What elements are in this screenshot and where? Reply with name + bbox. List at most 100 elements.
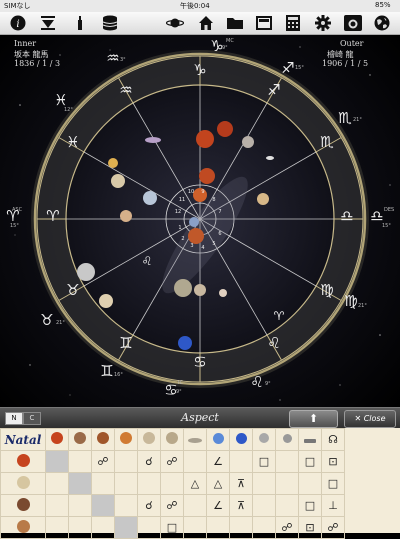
svg-text:11: 11	[179, 197, 185, 203]
ring-sign-gemini: ♊	[119, 334, 133, 352]
aspect-cell[interactable]: △	[206, 472, 230, 495]
aspect-cell[interactable]	[45, 450, 69, 473]
calculator-icon[interactable]	[283, 14, 303, 32]
expand-up-button[interactable]: ⬆	[289, 410, 338, 428]
aspect-cell[interactable]	[45, 472, 69, 495]
horoscope-chart[interactable]: 123 456 789 10 11 12 Inner 坂本 龍馬 1836 / 1 …	[0, 35, 400, 407]
aspect-cell[interactable]: □	[298, 450, 322, 473]
aspect-cell[interactable]	[275, 494, 299, 517]
ring-sign-aries: ♈	[46, 207, 60, 225]
planet-icon[interactable]	[165, 14, 185, 32]
aspect-cell[interactable]: ☍	[321, 516, 345, 539]
aspect-cell[interactable]: ☍	[160, 494, 184, 517]
aspect-grid: Natal ☊ ☍ ☌ ☍ ∠ □ □ ⊡ △ △ ⊼ □ ☌ ☍ ∠ ⊼ □ …	[0, 428, 400, 539]
aspect-cell[interactable]: ☍	[160, 450, 184, 473]
row-planet-moon-icon	[0, 472, 46, 495]
aspect-cell[interactable]: ⊡	[321, 450, 345, 473]
camera-icon[interactable]	[343, 14, 363, 32]
aspect-cell[interactable]: ∠	[206, 450, 230, 473]
pin-icon[interactable]	[70, 14, 90, 32]
aspect-cell[interactable]	[137, 516, 161, 539]
aspect-cell[interactable]: ☌	[137, 494, 161, 517]
aspect-cell[interactable]	[229, 450, 253, 473]
svg-text:i: i	[16, 19, 19, 30]
aspect-cell[interactable]	[206, 516, 230, 539]
info-icon[interactable]: i	[8, 14, 28, 32]
aspect-cell[interactable]: ∠	[206, 494, 230, 517]
svg-text:10: 10	[188, 189, 194, 195]
ring-sign-leo: ♌	[267, 334, 281, 352]
svg-text:5: 5	[212, 241, 215, 247]
aspect-cell[interactable]	[91, 494, 115, 517]
home-icon[interactable]	[196, 14, 216, 32]
aspect-table: Natal ☊ ☍ ☌ ☍ ∠ □ □ ⊡ △ △ ⊼ □ ☌ ☍ ∠ ⊼ □ …	[0, 428, 345, 539]
aspect-cell[interactable]	[68, 450, 92, 473]
svg-text:6: 6	[218, 231, 221, 237]
aspect-cell[interactable]	[137, 472, 161, 495]
aspect-cell[interactable]	[252, 516, 276, 539]
aspect-cell[interactable]	[252, 472, 276, 495]
svg-text:9: 9	[201, 189, 204, 195]
ring-sign-cancer: ♋	[193, 353, 207, 371]
grid-row: ☍ ☌ ☍ ∠ □ □ ⊡	[0, 450, 345, 473]
grid-row: △ △ ⊼ □	[0, 472, 345, 495]
gear-icon[interactable]	[313, 14, 333, 32]
svg-text:3: 3	[190, 243, 193, 249]
svg-text:8: 8	[212, 197, 215, 203]
aspect-cell[interactable]	[160, 472, 184, 495]
grid-header-row: Natal ☊	[0, 428, 345, 451]
aspect-cell[interactable]	[275, 450, 299, 473]
aspect-cell[interactable]	[298, 472, 322, 495]
aspect-cell[interactable]: ⊥	[321, 494, 345, 517]
aspect-cell[interactable]: △	[183, 472, 207, 495]
aspect-cell[interactable]	[114, 494, 138, 517]
folder-icon[interactable]	[225, 14, 245, 32]
aspect-cell[interactable]	[114, 516, 138, 539]
aspect-cell[interactable]	[275, 472, 299, 495]
svg-text:4: 4	[201, 245, 204, 251]
aspect-cell[interactable]	[229, 516, 253, 539]
sort-icon[interactable]	[38, 14, 58, 32]
aspect-cell[interactable]: □	[321, 472, 345, 495]
aspect-cell[interactable]: ⊡	[298, 516, 322, 539]
aspect-cell[interactable]: ⊼	[229, 494, 253, 517]
aspect-cell[interactable]	[45, 516, 69, 539]
aspect-cell[interactable]	[68, 516, 92, 539]
window-icon[interactable]	[254, 14, 274, 32]
aspect-cell[interactable]	[114, 472, 138, 495]
aspect-cell[interactable]	[183, 450, 207, 473]
aspect-cell[interactable]: □	[160, 516, 184, 539]
svg-text:2: 2	[181, 236, 184, 242]
aspect-cell[interactable]: ⊼	[229, 472, 253, 495]
aspect-cell[interactable]	[91, 472, 115, 495]
aspect-cell[interactable]	[252, 494, 276, 517]
aspect-cell[interactable]	[68, 472, 92, 495]
svg-text:1: 1	[178, 225, 181, 231]
ring-sign-aquarius: ♒	[119, 81, 133, 99]
aspect-cell[interactable]	[183, 516, 207, 539]
aspect-cell[interactable]	[114, 450, 138, 473]
planet-header-moon-icon	[68, 428, 92, 451]
inner-label: Inner	[14, 39, 37, 48]
ring-sign-libra: ♎	[340, 207, 354, 225]
outer-label: Outer	[340, 39, 364, 48]
aspect-cell[interactable]	[91, 516, 115, 539]
planet-header-chiron-icon	[275, 428, 299, 451]
database-icon[interactable]	[100, 14, 120, 32]
row-planet-sun-icon	[0, 450, 46, 473]
sign-degree-label: 21°	[353, 117, 362, 123]
aspect-cell[interactable]: □	[298, 494, 322, 517]
close-button[interactable]: ✕ Close	[344, 410, 396, 428]
svg-text:7: 7	[218, 209, 221, 215]
time-label: 午後0:04	[180, 2, 210, 10]
planet-header-venus-icon	[114, 428, 138, 451]
aspect-cell[interactable]: ☍	[275, 516, 299, 539]
aspect-cell[interactable]: ☍	[91, 450, 115, 473]
aspect-cell[interactable]	[45, 494, 69, 517]
ring-sign-taurus: ♉	[66, 281, 80, 299]
aspect-cell[interactable]	[68, 494, 92, 517]
aspect-cell[interactable]: ☌	[137, 450, 161, 473]
aspect-cell[interactable]: □	[252, 450, 276, 473]
aspect-cell[interactable]	[183, 494, 207, 517]
globe-icon[interactable]	[372, 14, 392, 32]
